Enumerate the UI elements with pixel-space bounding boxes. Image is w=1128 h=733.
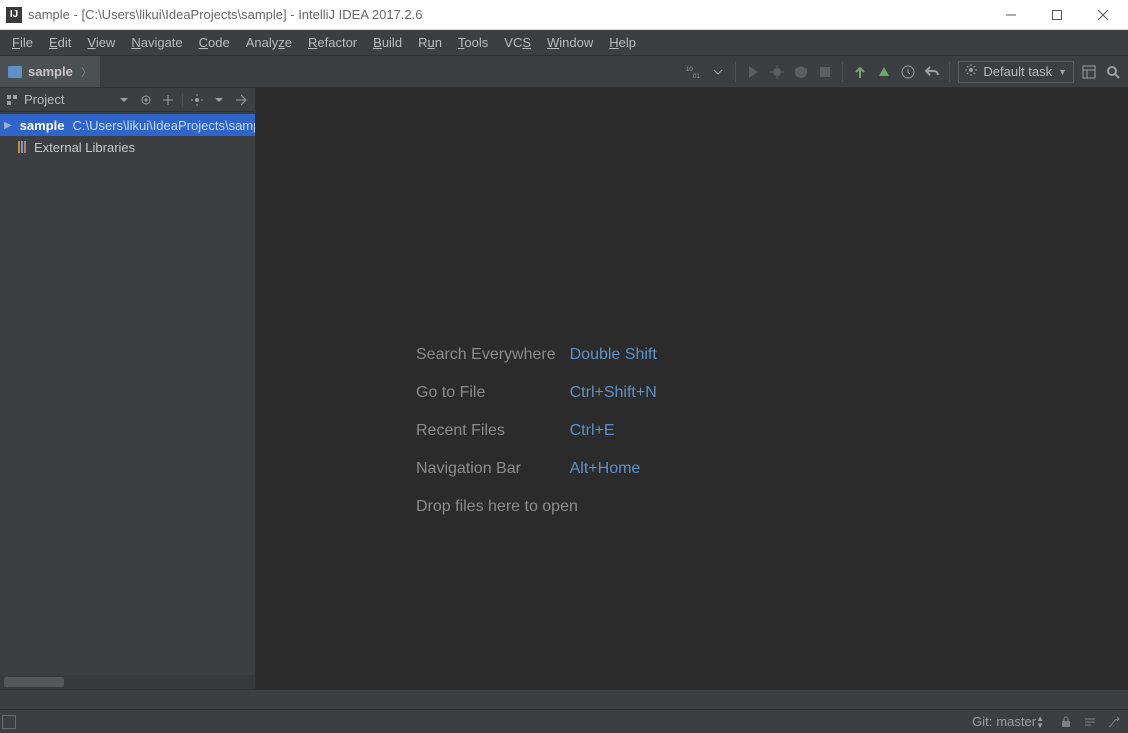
- editor-tips: Search Everywhere Double Shift Go to Fil…: [416, 346, 657, 516]
- tree-external-libraries[interactable]: External Libraries: [0, 136, 255, 158]
- project-structure-icon: [6, 94, 18, 106]
- tool-window-bottom-bar: [0, 689, 1128, 709]
- run-config-dropdown-icon[interactable]: [709, 63, 727, 81]
- chevron-right-icon: 〉: [81, 64, 92, 80]
- window-maximize-button[interactable]: [1034, 1, 1080, 29]
- toggle-binary-icon[interactable]: 1001: [685, 63, 703, 81]
- project-panel-title: Project: [24, 92, 64, 107]
- git-branch[interactable]: master: [996, 714, 1036, 729]
- menu-edit[interactable]: Edit: [41, 30, 79, 55]
- settings-dropdown-icon[interactable]: [211, 92, 227, 108]
- undo-icon[interactable]: [923, 63, 941, 81]
- tip-search-key: Double Shift: [570, 346, 657, 364]
- tree-root-path: C:\Users\likui\IdeaProjects\sample: [73, 118, 255, 133]
- run-icon[interactable]: [744, 63, 762, 81]
- menu-window[interactable]: Window: [539, 30, 601, 55]
- window-titlebar: IJ sample - [C:\Users\likui\IdeaProjects…: [0, 0, 1128, 30]
- scroll-to-source-icon[interactable]: [138, 92, 154, 108]
- git-label: Git:: [972, 714, 992, 729]
- navigation-toolbar: sample 〉 1001 Default task ▼: [0, 56, 1128, 88]
- divider: [182, 93, 183, 107]
- svg-text:10: 10: [686, 67, 693, 73]
- window-minimize-button[interactable]: [988, 1, 1034, 29]
- tip-recent-label: Recent Files: [416, 422, 556, 440]
- breadcrumb[interactable]: sample 〉: [0, 56, 100, 87]
- divider: [735, 62, 736, 82]
- stop-icon[interactable]: [816, 63, 834, 81]
- settings-gear-icon[interactable]: [189, 92, 205, 108]
- project-tree-hscrollbar[interactable]: [0, 675, 255, 689]
- status-bar: Git: master ▲▼: [0, 709, 1128, 733]
- project-tree[interactable]: ▶ sample C:\Users\likui\IdeaProjects\sam…: [0, 112, 255, 675]
- svg-text:01: 01: [693, 74, 700, 80]
- layout-settings-icon[interactable]: [1080, 63, 1098, 81]
- notifications-icon[interactable]: [1106, 714, 1122, 730]
- tree-root-node[interactable]: ▶ sample C:\Users\likui\IdeaProjects\sam…: [0, 114, 255, 136]
- main-area: Project ▶ sample C:\Users\likui\IdeaProj…: [0, 88, 1128, 689]
- menu-run[interactable]: Run: [410, 30, 450, 55]
- chevron-down-icon: ▼: [1058, 67, 1067, 77]
- menu-help[interactable]: Help: [601, 30, 644, 55]
- tip-goto-key: Ctrl+Shift+N: [570, 384, 657, 402]
- collapse-all-icon[interactable]: [160, 92, 176, 108]
- menu-vcs[interactable]: VCS: [496, 30, 539, 55]
- expand-triangle-icon[interactable]: ▶: [4, 120, 12, 131]
- tip-navbar-key: Alt+Home: [570, 460, 657, 478]
- git-branch-dropdown-icon[interactable]: ▲▼: [1036, 715, 1044, 729]
- divider: [949, 62, 950, 82]
- breadcrumb-root: sample: [28, 64, 73, 79]
- vcs-commit-icon[interactable]: [875, 63, 893, 81]
- tip-recent-key: Ctrl+E: [570, 422, 657, 440]
- coverage-icon[interactable]: [792, 63, 810, 81]
- gear-icon: [965, 64, 977, 79]
- tip-search-label: Search Everywhere: [416, 346, 556, 364]
- debug-icon[interactable]: [768, 63, 786, 81]
- tree-external-libraries-label: External Libraries: [34, 140, 135, 155]
- vcs-update-icon[interactable]: [851, 63, 869, 81]
- search-icon[interactable]: [1104, 63, 1122, 81]
- task-selector-label: Default task: [983, 64, 1052, 79]
- tip-drop: Drop files here to open: [416, 498, 657, 516]
- folder-icon: [8, 66, 22, 78]
- goto-line-icon[interactable]: [1082, 714, 1098, 730]
- divider: [842, 62, 843, 82]
- menu-view[interactable]: View: [79, 30, 123, 55]
- tip-navbar-label: Navigation Bar: [416, 460, 556, 478]
- lock-icon[interactable]: [1058, 714, 1074, 730]
- menu-build[interactable]: Build: [365, 30, 410, 55]
- tip-goto-label: Go to File: [416, 384, 556, 402]
- task-selector[interactable]: Default task ▼: [958, 61, 1074, 83]
- menu-analyze[interactable]: Analyze: [238, 30, 300, 55]
- app-icon: IJ: [6, 7, 22, 23]
- menu-bar: File Edit View Navigate Code Analyze Ref…: [0, 30, 1128, 56]
- menu-navigate[interactable]: Navigate: [123, 30, 190, 55]
- view-mode-dropdown-icon[interactable]: [116, 92, 132, 108]
- tool-windows-toggle-icon[interactable]: [2, 715, 16, 729]
- editor-empty-state[interactable]: Search Everywhere Double Shift Go to Fil…: [256, 88, 1128, 689]
- project-panel-header: Project: [0, 88, 255, 112]
- vcs-history-icon[interactable]: [899, 63, 917, 81]
- menu-file[interactable]: File: [4, 30, 41, 55]
- window-title: sample - [C:\Users\likui\IdeaProjects\sa…: [28, 7, 423, 22]
- tree-root-name: sample: [20, 118, 65, 133]
- library-icon: [18, 141, 26, 153]
- menu-code[interactable]: Code: [191, 30, 238, 55]
- window-close-button[interactable]: [1080, 1, 1126, 29]
- menu-tools[interactable]: Tools: [450, 30, 496, 55]
- menu-refactor[interactable]: Refactor: [300, 30, 365, 55]
- project-tool-window: Project ▶ sample C:\Users\likui\IdeaProj…: [0, 88, 256, 689]
- hide-panel-icon[interactable]: [233, 92, 249, 108]
